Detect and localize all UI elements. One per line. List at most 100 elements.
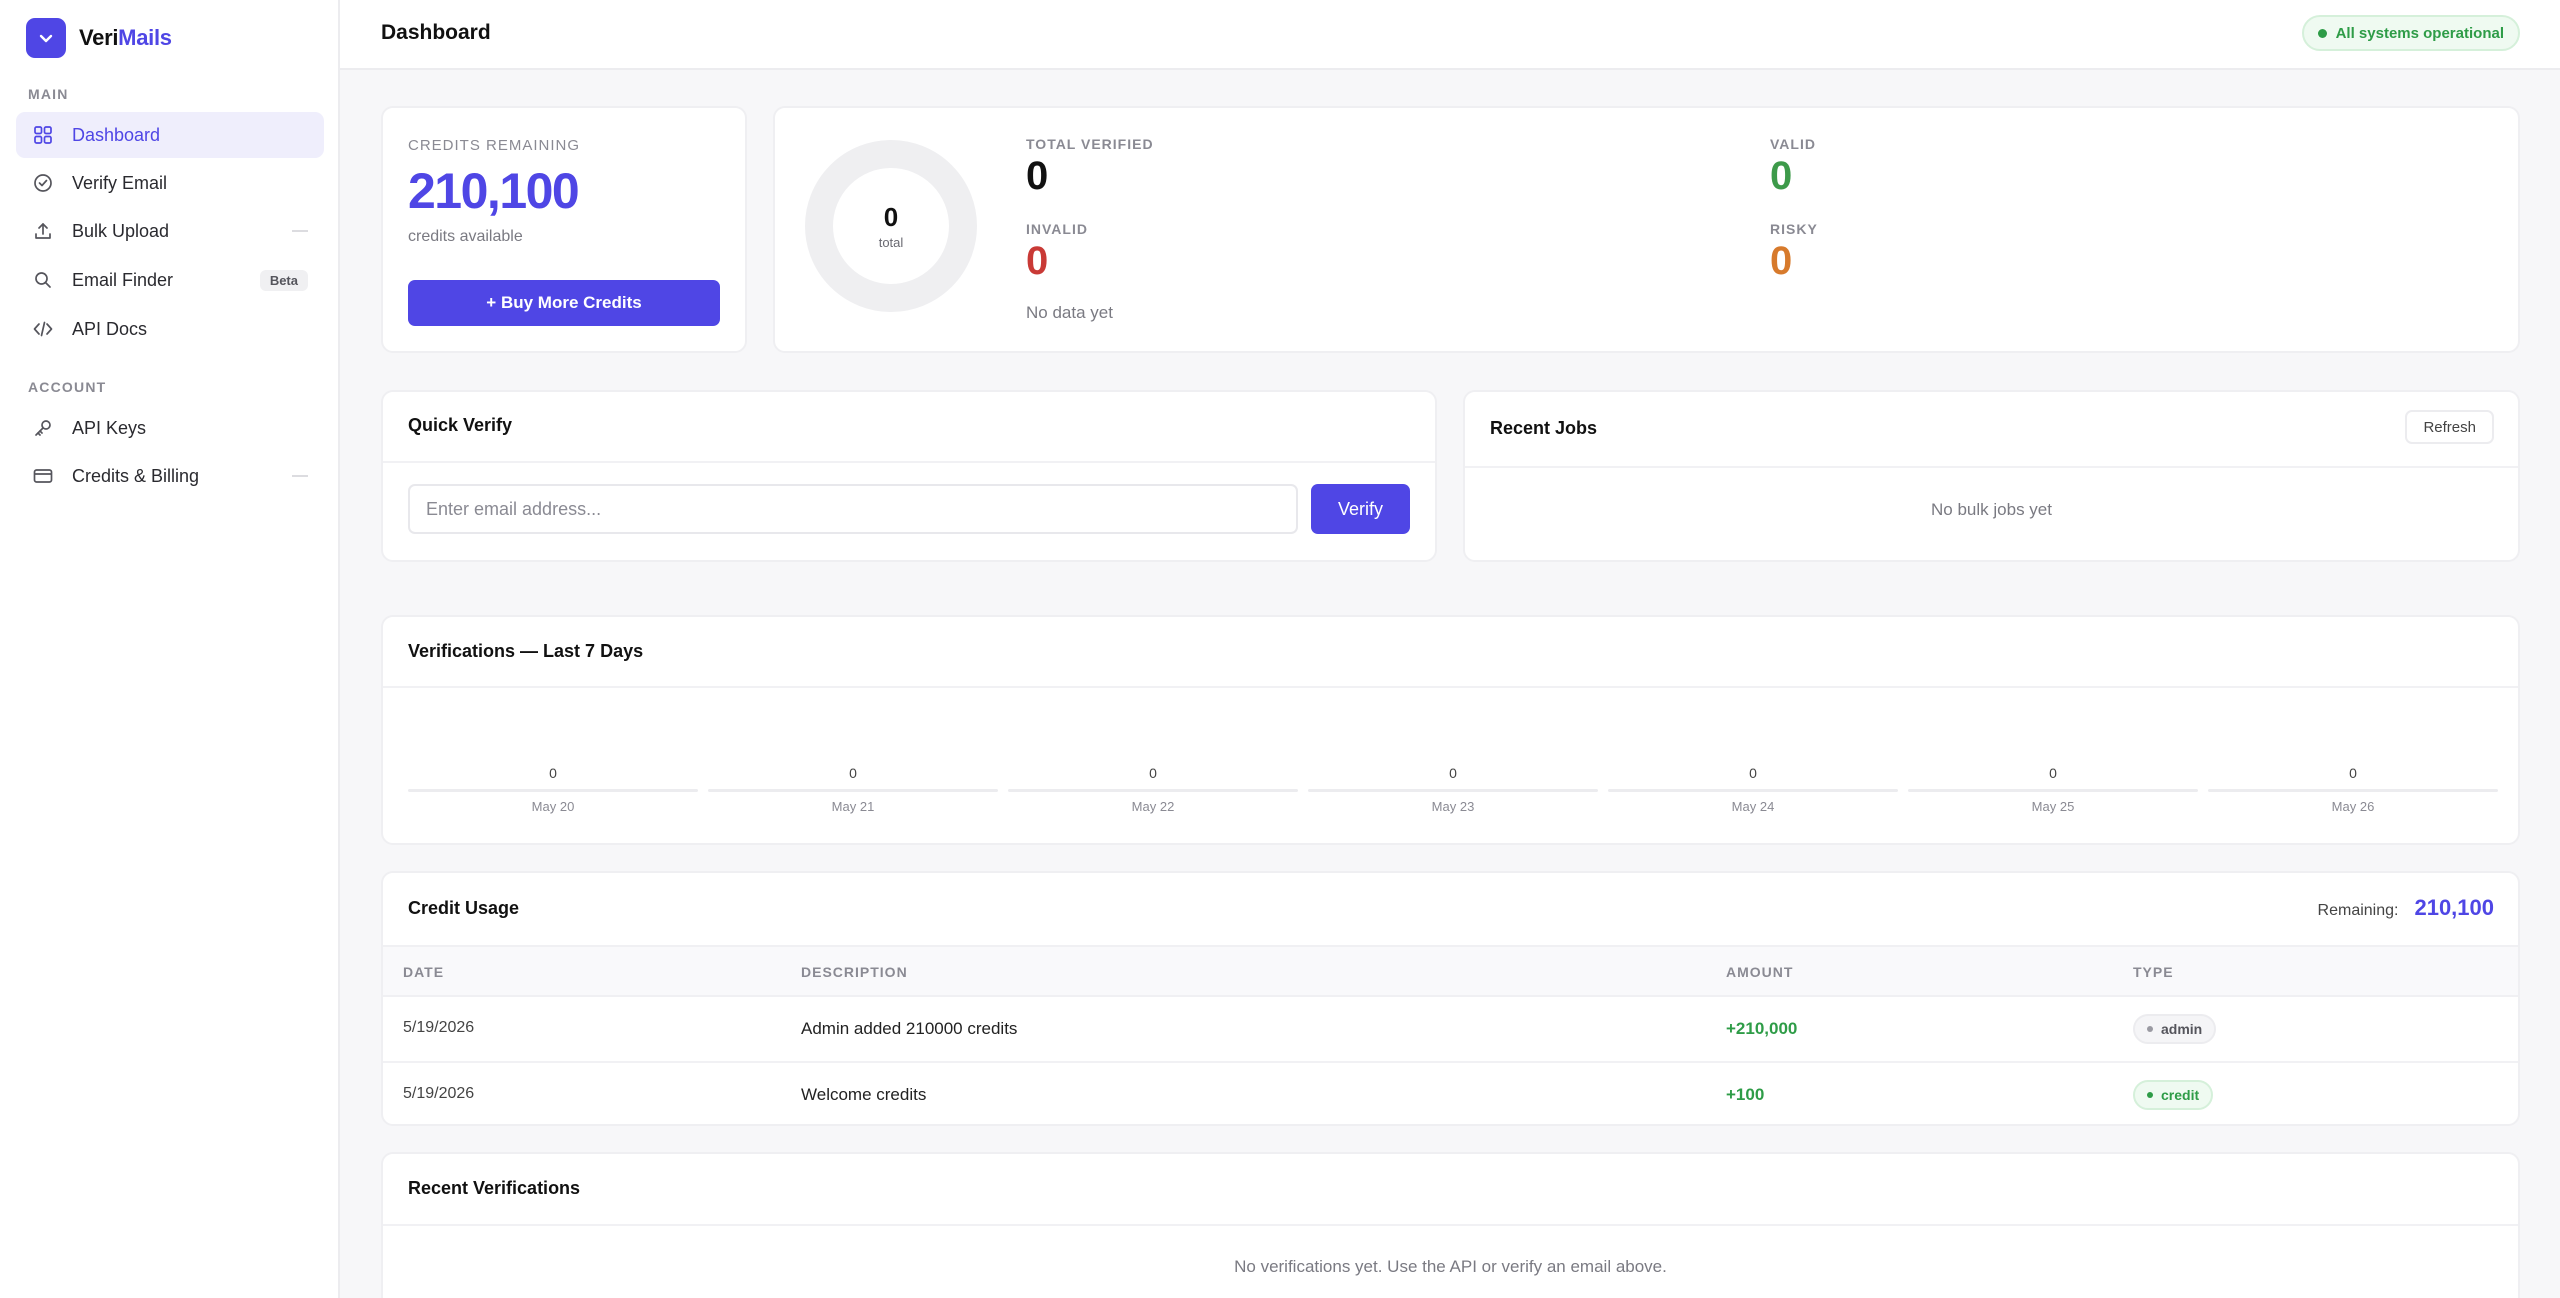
buy-credits-button[interactable]: + Buy More Credits [408, 280, 720, 326]
credits-label: CREDITS REMAINING [408, 137, 581, 154]
divider [383, 461, 1435, 463]
type-badge-label: credit [2161, 1087, 2200, 1103]
credits-value: 210,100 [408, 163, 580, 219]
chart-day-column: 0 May 24 [1608, 765, 1898, 845]
column-header-date: DATE [403, 964, 445, 980]
credit-usage-title: Credit Usage [408, 898, 520, 918]
recent-jobs-empty: No bulk jobs yet [1931, 500, 2052, 519]
status-text: All systems operational [2335, 24, 2504, 42]
stat-value: 0 [1026, 154, 1049, 198]
type-badge: admin [2133, 1014, 2217, 1044]
chart-value-label: 0 [2349, 765, 2357, 781]
stat-value: 0 [1770, 154, 1793, 198]
summary-card: 0 total TOTAL VERIFIED 0 INVALID 0 No da… [773, 106, 2520, 353]
sidebar-item-label: Bulk Upload [72, 220, 170, 241]
stat-label: RISKY [1770, 221, 1818, 237]
grid-icon [32, 124, 54, 146]
no-data-text: No data yet [1026, 303, 1113, 322]
system-status-badge: All systems operational [2301, 15, 2520, 51]
nav-section-main: MAIN [28, 86, 69, 102]
credits-card: CREDITS REMAINING 210,100 credits availa… [381, 106, 747, 353]
divider-mark [292, 475, 308, 477]
sidebar-item-email-finder[interactable]: Email Finder Beta [16, 257, 324, 303]
chart-category-label: May 24 [1731, 799, 1775, 814]
refresh-button[interactable]: Refresh [2405, 410, 2494, 444]
divider [1465, 466, 2518, 468]
stat-total-verified: TOTAL VERIFIED 0 [1026, 136, 1154, 199]
chart-area: 0 May 20 0 May 21 0 May 22 0 May 23 0 May 24 0 May … [408, 765, 2498, 835]
check-circle-icon [32, 172, 54, 194]
chart-value-label: 0 [2049, 765, 2057, 781]
credit-card-icon [32, 465, 54, 487]
badge-dot-icon [2147, 1092, 2153, 1098]
nav-section-account: ACCOUNT [28, 379, 107, 395]
app-name: VeriMails [79, 25, 172, 50]
chart-value-label: 0 [1149, 765, 1157, 781]
recent-verifications-card: Recent Verifications No verifications ye… [381, 1152, 2520, 1298]
verify-button[interactable]: Verify [1311, 484, 1410, 534]
stat-value: 0 [1770, 239, 1793, 283]
key-icon [32, 417, 54, 439]
sidebar: VeriMails MAIN Dashboard Verify Email Bu… [0, 0, 340, 1298]
stat-invalid: INVALID 0 [1026, 221, 1088, 284]
donut-center: 0 total [805, 140, 977, 312]
sidebar-item-label: API Keys [72, 417, 147, 438]
quick-verify-title: Quick Verify [408, 415, 513, 435]
verifications-chart-card: Verifications — Last 7 Days 0 May 20 0 May … [381, 615, 2520, 845]
donut-total-value: 0 [883, 202, 899, 232]
chart-value-label: 0 [549, 765, 557, 781]
cell-amount: +100 [1726, 1085, 1765, 1104]
chart-value-label: 0 [1449, 765, 1457, 781]
stat-risky: RISKY 0 [1770, 221, 1818, 284]
sidebar-item-dashboard[interactable]: Dashboard [16, 112, 324, 158]
sidebar-item-label: Credits & Billing [72, 465, 200, 486]
table-header: DATE DESCRIPTION AMOUNT TYPE [383, 945, 2518, 997]
chart-day-column: 0 May 21 [708, 765, 998, 845]
chart-bar [408, 789, 698, 792]
sidebar-item-api-docs[interactable]: API Docs [16, 306, 324, 352]
chart-day-column: 0 May 22 [1008, 765, 1298, 845]
upload-icon [32, 220, 54, 242]
type-badge-label: admin [2161, 1021, 2203, 1037]
sidebar-item-label: Email Finder [72, 269, 174, 290]
email-input[interactable] [408, 484, 1298, 534]
chart-value-label: 0 [1749, 765, 1757, 781]
chart-bar [1308, 789, 1598, 792]
credits-sub: credits available [408, 228, 523, 245]
badge-dot-icon [2147, 1026, 2153, 1032]
sidebar-item-api-keys[interactable]: API Keys [16, 405, 324, 451]
column-header-description: DESCRIPTION [801, 964, 908, 980]
chart-day-column: 0 May 25 [1908, 765, 2198, 845]
chart-bar [1008, 789, 1298, 792]
chart-category-label: May 23 [1431, 799, 1475, 814]
stat-valid: VALID 0 [1770, 136, 1816, 199]
remaining-value: 210,100 [2414, 895, 2494, 920]
column-header-amount: AMOUNT [1726, 964, 1794, 980]
chart-bar [1908, 789, 2198, 792]
cell-description: Admin added 210000 credits [801, 1019, 1018, 1038]
chart-value-label: 0 [849, 765, 857, 781]
sidebar-item-verify-email[interactable]: Verify Email [16, 160, 324, 206]
beta-badge: Beta [259, 269, 308, 291]
sidebar-item-bulk-upload[interactable]: Bulk Upload [16, 208, 324, 254]
code-icon [32, 318, 54, 340]
sidebar-item-credits-billing[interactable]: Credits & Billing [16, 453, 324, 499]
chart-day-column: 0 May 23 [1308, 765, 1598, 845]
donut-total-label: total [878, 235, 904, 250]
chart-bar [708, 789, 998, 792]
table-row: 5/19/2026 Welcome credits +100 credit [383, 1063, 2518, 1129]
column-header-type: TYPE [2133, 964, 2174, 980]
cell-date: 5/19/2026 [403, 1019, 475, 1036]
type-badge: credit [2133, 1080, 2214, 1110]
table-row: 5/19/2026 Admin added 210000 credits +21… [383, 997, 2518, 1063]
quick-verify-card: Quick Verify Verify [381, 390, 1437, 562]
brand[interactable]: VeriMails [26, 18, 172, 58]
stat-label: INVALID [1026, 221, 1088, 237]
chart-bar [2208, 789, 2498, 792]
chart-category-label: May 22 [1131, 799, 1175, 814]
chart-day-column: 0 May 26 [2208, 765, 2498, 845]
sidebar-item-label: Verify Email [72, 172, 168, 193]
chart-bar [1608, 789, 1898, 792]
credit-usage-card: Credit Usage Remaining: 210,100 DATE DES… [381, 871, 2520, 1126]
recent-verifications-title: Recent Verifications [408, 1178, 581, 1198]
